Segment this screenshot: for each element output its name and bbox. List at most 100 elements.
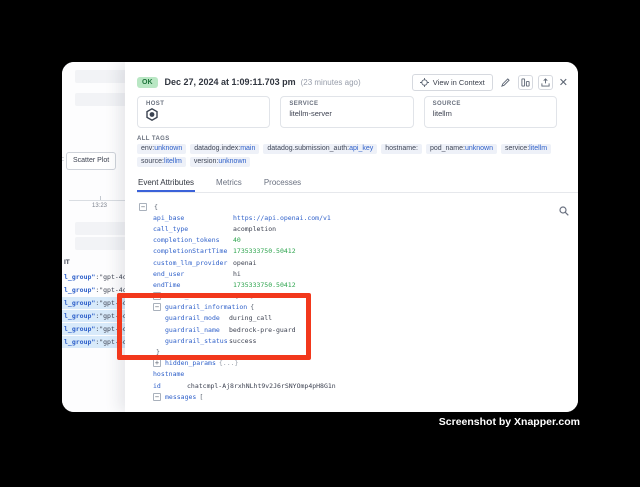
- brace-token: [: [199, 393, 203, 401]
- event-header: OK Dec 27, 2024 at 1:09:11.703 pm (23 mi…: [137, 72, 568, 92]
- search-attributes-button[interactable]: [559, 203, 569, 221]
- tag-value: main: [240, 145, 255, 152]
- list-item-key: l_group": [64, 338, 95, 346]
- attribute-key: messages: [165, 393, 196, 401]
- info-box-label: SERVICE: [289, 101, 404, 107]
- attribute-row: api_basehttps://api.openai.com/v1: [137, 212, 568, 223]
- attribute-key: completion_tokens: [153, 236, 233, 244]
- tag-key: service:: [505, 145, 529, 152]
- tag-pill[interactable]: hostname:: [381, 144, 422, 154]
- collapse-icon[interactable]: −: [139, 203, 147, 211]
- host-hexagon-icon: [146, 108, 261, 126]
- list-item[interactable]: l_group":"gpt-4o: [62, 336, 125, 348]
- attribute-row: hostname: [137, 369, 568, 380]
- collapse-icon[interactable]: −: [153, 393, 161, 401]
- tag-key: datadog.index:: [194, 145, 240, 152]
- background-page: : Scatter Plot 13:23 IT l_group":"gpt-4o…: [62, 62, 125, 412]
- axis-tick-mark: [100, 196, 101, 200]
- info-box-label: HOST: [146, 101, 261, 107]
- attribute-row: custom_llm_provideropenai: [137, 257, 568, 268]
- attribute-value: 40: [233, 236, 241, 244]
- export-icon: [541, 78, 550, 87]
- tab-event-attributes[interactable]: Event Attributes: [137, 176, 195, 192]
- list-item-key: l_group": [64, 286, 95, 294]
- search-icon: [559, 206, 569, 216]
- attribute-value: chatcmpl-Aj8rxhNLht9v2J6rSNYOmp4pH8G1n: [187, 382, 336, 390]
- tab-processes[interactable]: Processes: [263, 176, 302, 192]
- tag-key: env:: [141, 145, 154, 152]
- event-timestamp: Dec 27, 2024 at 1:09:11.703 pm: [165, 77, 296, 87]
- watermark-text: Screenshot by Xnapper.com: [439, 416, 580, 428]
- edit-button[interactable]: [498, 75, 513, 90]
- tag-pill[interactable]: service:litellm: [501, 144, 551, 154]
- attribute-row: completionStartTime1735333750.50412: [137, 246, 568, 257]
- raw-data-button[interactable]: [518, 75, 533, 90]
- tag-value: unknown: [218, 158, 246, 165]
- tag-pill[interactable]: datadog.submission_auth:api_key: [263, 144, 377, 154]
- export-button[interactable]: [538, 75, 553, 90]
- highlight-annotation-box: [117, 293, 311, 360]
- tag-pill[interactable]: datadog.index:main: [190, 144, 259, 154]
- host-service-source-row: HOSTSERVICElitellm-serverSOURCElitellm: [137, 96, 557, 128]
- background-row: [75, 70, 125, 83]
- list-item[interactable]: l_group":"gpt-4o: [62, 271, 125, 283]
- tags-list: env:unknowndatadog.index:maindatadog.sub…: [137, 144, 564, 167]
- tag-value: litellm: [164, 158, 182, 165]
- tag-key: hostname:: [385, 145, 418, 152]
- attribute-value: acompletion: [233, 225, 276, 233]
- attribute-key: call_type: [153, 225, 233, 233]
- info-box-service: SERVICE litellm-server: [280, 96, 413, 128]
- list-item[interactable]: l_group":"gpt-4o: [62, 323, 125, 335]
- attribute-row: completion_tokens40: [137, 235, 568, 246]
- info-box-value: litellm-server: [289, 109, 404, 118]
- attribute-value: 1735333750.50412: [233, 247, 296, 255]
- tab-metrics[interactable]: Metrics: [215, 176, 243, 192]
- attribute-key: id: [153, 382, 187, 390]
- screenshot-stage: : Scatter Plot 13:23 IT l_group":"gpt-4o…: [0, 0, 640, 487]
- attribute-value: hi: [233, 270, 241, 278]
- tag-value: litellm: [529, 145, 547, 152]
- background-row: [75, 237, 125, 250]
- tag-pill[interactable]: version:unknown: [190, 157, 251, 167]
- list-item[interactable]: l_group":"gpt-4o: [62, 310, 125, 322]
- tag-value: unknown: [154, 145, 182, 152]
- tag-pill[interactable]: env:unknown: [137, 144, 186, 154]
- detail-tabs: Event Attributes Metrics Processes: [137, 176, 578, 193]
- view-in-context-label: View in Context: [433, 78, 485, 87]
- close-icon[interactable]: ✕: [559, 76, 568, 89]
- scatter-plot-button[interactable]: Scatter Plot: [66, 152, 116, 170]
- attribute-key: completionStartTime: [153, 247, 233, 255]
- list-item-value: :"gpt-4o: [95, 273, 125, 281]
- attribute-value[interactable]: https://api.openai.com/v1: [233, 214, 331, 222]
- attribute-key: custom_llm_provider: [153, 259, 233, 267]
- attribute-row: −messages[: [137, 391, 568, 402]
- view-in-context-button[interactable]: View in Context: [412, 74, 493, 91]
- tag-key: version:: [194, 158, 219, 165]
- attribute-key: hostname: [153, 370, 187, 378]
- info-box-host: HOST: [137, 96, 270, 128]
- tag-pill[interactable]: pod_name:unknown: [426, 144, 497, 154]
- tag-key: source:: [141, 158, 164, 165]
- attribute-key: end_user: [153, 270, 233, 278]
- list-item-key: l_group": [64, 299, 95, 307]
- tag-value: unknown: [465, 145, 493, 152]
- attribute-row: end_userhi: [137, 268, 568, 279]
- attribute-row: −{: [137, 201, 568, 212]
- expand-icon[interactable]: +: [153, 359, 161, 367]
- tag-value: api_key: [349, 145, 373, 152]
- list-item[interactable]: l_group":"gpt-4o: [62, 297, 125, 309]
- list-header-fragment: IT: [64, 259, 70, 266]
- tag-key: pod_name:: [430, 145, 465, 152]
- attribute-key: endTime: [153, 281, 233, 289]
- attribute-row: idchatcmpl-Aj8rxhNLht9v2J6rSNYOmp4pH8G1n: [137, 380, 568, 391]
- button-group-fragment: :: [62, 156, 64, 163]
- background-row: [75, 222, 125, 235]
- info-box-label: SOURCE: [433, 101, 548, 107]
- tag-pill[interactable]: source:litellm: [137, 157, 186, 167]
- relative-time: (23 minutes ago): [301, 78, 361, 87]
- brace-token: {: [154, 203, 158, 211]
- list-item-key: l_group": [64, 273, 95, 281]
- list-item[interactable]: l_group":"gpt-4o: [62, 284, 125, 296]
- chart-x-axis: [69, 200, 125, 201]
- brace-token: {...}: [219, 359, 239, 367]
